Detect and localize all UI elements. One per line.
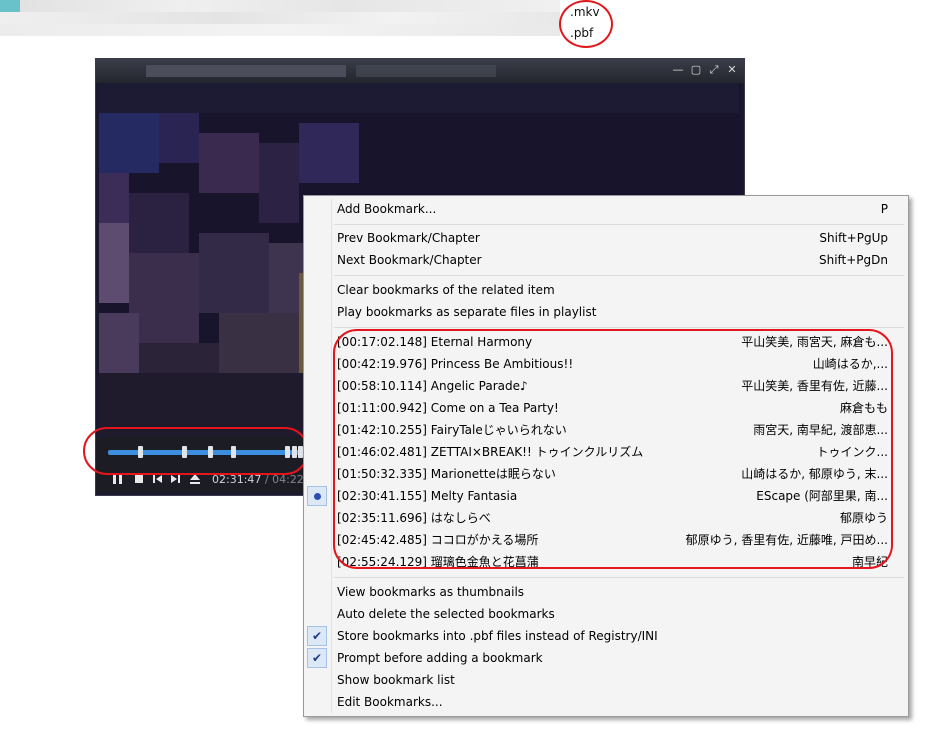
pbf-extension: .pbf [570,26,594,40]
checkmark-icon: ✔ [307,626,327,646]
menu-item-label: View bookmarks as thumbnails [337,585,525,599]
menu-item-add-bookmark[interactable]: Add Bookmark... P [304,198,908,220]
bookmark-label: [02:45:42.485] ココロがかえる場所 [337,533,539,547]
bookmark-label: [00:42:19.976] Princess Be Ambitious!! [337,357,574,371]
bookmark-item[interactable]: [01:46:02.481] ZETTAI×BREAK!! トゥインクルリズム … [304,441,908,463]
bookmark-item-current[interactable]: [02:30:41.155] Melty Fantasia EScape (阿部… [304,485,908,507]
menu-separator [334,327,904,328]
menu-item-next-bookmark[interactable]: Next Bookmark/Chapter Shift+PgDn [304,249,908,271]
time-display: 02:31:47 / 04:22:4 [212,473,315,486]
menu-item-prompt-before[interactable]: ✔ Prompt before adding a bookmark [304,647,908,669]
menu-item-edit-bookmarks[interactable]: Edit Bookmarks... [304,691,908,713]
menu-item-label: Add Bookmark... [337,202,437,216]
menu-item-label: Store bookmarks into .pbf files instead … [337,629,658,643]
bookmark-item[interactable]: [00:42:19.976] Princess Be Ambitious!! 山… [304,353,908,375]
menu-item-label: Play bookmarks as separate files in play… [337,305,597,319]
menu-item-label: Auto delete the selected bookmarks [337,607,555,621]
maximize-icon[interactable]: ▢ [690,63,702,77]
bookmark-artist: 麻倉もも [839,401,888,415]
bookmark-label: [02:35:11.696] はなしらべ [337,511,491,525]
checkmark-icon: ✔ [307,648,327,668]
fullscreen-icon[interactable]: ⤢ [708,63,720,77]
eject-icon[interactable] [190,473,200,489]
menu-separator [334,224,904,225]
menu-item-store-pbf[interactable]: ✔ Store bookmarks into .pbf files instea… [304,625,908,647]
bookmark-item[interactable]: [00:58:10.114] Angelic Parade♪ 平山笑美, 香里有… [304,375,908,397]
radio-selected-icon [307,486,327,506]
close-icon[interactable]: ✕ [726,63,738,77]
bookmark-item[interactable]: [02:55:24.129] 瑠璃色金魚と花菖蒲 南早紀 [304,551,908,573]
menu-item-prev-bookmark[interactable]: Prev Bookmark/Chapter Shift+PgUp [304,227,908,249]
time-separator: / [261,473,273,486]
bookmark-artist: トゥインク... [816,445,888,459]
bookmark-label: [02:30:41.155] Melty Fantasia [337,489,518,503]
time-current: 02:31:47 [212,473,262,486]
mkv-extension: .mkv [570,5,600,19]
bookmark-item[interactable]: [02:45:42.485] ココロがかえる場所 郁原ゆう, 香里有佐, 近藤唯… [304,529,908,551]
bookmark-label: [02:55:24.129] 瑠璃色金魚と花菖蒲 [337,555,539,569]
bookmark-marker[interactable] [285,446,290,458]
menu-item-label: Edit Bookmarks... [337,695,443,709]
menu-item-label: Clear bookmarks of the related item [337,283,555,297]
bookmark-item[interactable]: [01:42:10.255] FairyTaleじゃいられない 雨宮天, 南早紀… [304,419,908,441]
bookmark-item[interactable]: [01:11:00.942] Come on a Tea Party! 麻倉もも [304,397,908,419]
window-controls: — ▢ ⤢ ✕ [672,63,738,77]
filename-blurred [0,0,560,44]
bookmark-context-menu: Add Bookmark... P Prev Bookmark/Chapter … [303,195,909,717]
bookmark-label: [01:42:10.255] FairyTaleじゃいられない [337,423,567,437]
bookmark-artist: 山崎はるか, 郁原ゆう, 末... [741,467,888,481]
menu-item-label: Prev Bookmark/Chapter [337,231,480,245]
menu-item-shortcut: Shift+PgUp [819,231,888,245]
bookmark-artist: 郁原ゆう [839,511,888,525]
bookmark-marker[interactable] [208,446,213,458]
menu-item-play-separate[interactable]: Play bookmarks as separate files in play… [304,301,908,323]
menu-item-label: Show bookmark list [337,673,455,687]
pause-icon[interactable] [112,473,124,489]
menu-item-show-list[interactable]: Show bookmark list [304,669,908,691]
bookmark-marker[interactable] [231,446,236,458]
stop-icon[interactable] [134,473,144,489]
menu-separator [334,275,904,276]
menu-item-auto-delete[interactable]: Auto delete the selected bookmarks [304,603,908,625]
menu-item-shortcut: P [880,202,888,216]
menu-item-label: Next Bookmark/Chapter [337,253,482,267]
menu-item-clear-bookmarks[interactable]: Clear bookmarks of the related item [304,279,908,301]
bookmark-marker[interactable] [292,446,297,458]
bookmark-label: [00:17:02.148] Eternal Harmony [337,335,533,349]
bookmark-label: [01:11:00.942] Come on a Tea Party! [337,401,559,415]
next-icon[interactable] [171,473,181,489]
menu-item-view-thumbnails[interactable]: View bookmarks as thumbnails [304,581,908,603]
bookmark-artist: 郁原ゆう, 香里有佐, 近藤唯, 戸田め... [685,533,888,547]
minimize-icon[interactable]: — [672,63,684,77]
bookmark-artist: 雨宮天, 南早紀, 渡部恵... [753,423,888,437]
bookmark-artist: 平山笑美, 香里有佐, 近藤... [741,379,888,393]
seek-bar[interactable] [108,446,308,458]
bookmark-artist: 山崎はるか,... [812,357,888,371]
bookmark-artist: 南早紀 [851,555,888,569]
menu-item-shortcut: Shift+PgDn [818,253,888,267]
title-blurred [146,65,346,77]
bookmark-item[interactable]: [01:50:32.335] Marionetteは眠らない 山崎はるか, 郁原… [304,463,908,485]
menu-separator [334,577,904,578]
menu-item-label: Prompt before adding a bookmark [337,651,543,665]
bookmark-item[interactable]: [02:35:11.696] はなしらべ 郁原ゆう [304,507,908,529]
title-bar[interactable]: — ▢ ⤢ ✕ [96,59,744,83]
bookmark-label: [01:50:32.335] Marionetteは眠らない [337,467,556,481]
bookmark-marker[interactable] [138,446,143,458]
prev-icon[interactable] [153,473,163,489]
bookmark-marker[interactable] [182,446,187,458]
bookmark-label: [01:46:02.481] ZETTAI×BREAK!! トゥインクルリズム [337,445,644,459]
bookmark-artist: EScape (阿部里果, 南... [756,489,888,503]
bookmark-item[interactable]: [00:17:02.148] Eternal Harmony 平山笑美, 雨宮天… [304,331,908,353]
title-blurred-2 [356,65,496,77]
bookmark-label: [00:58:10.114] Angelic Parade♪ [337,379,528,393]
bookmark-artist: 平山笑美, 雨宮天, 麻倉も... [741,335,888,349]
